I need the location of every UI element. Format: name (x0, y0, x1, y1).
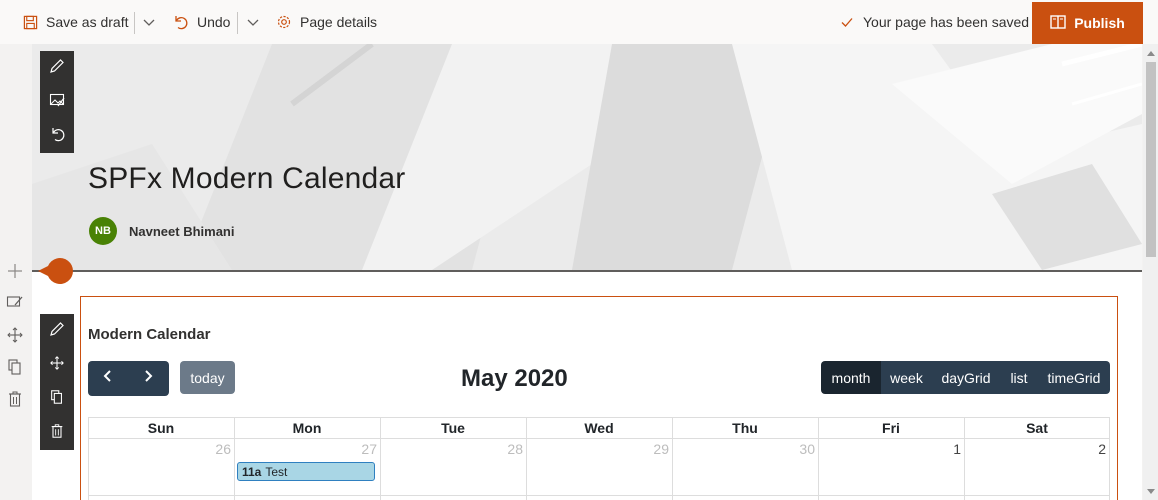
dow-header-tue: Tue (441, 420, 465, 436)
day-number[interactable]: 28 (380, 441, 523, 457)
undo-icon (49, 126, 65, 147)
book-icon (1050, 14, 1066, 32)
author-name: Navneet Bhimani (129, 224, 235, 239)
calendar-webpart[interactable]: Modern Calendar today May 2020 month wee… (80, 296, 1118, 500)
save-options-dropdown[interactable] (142, 0, 156, 44)
view-switcher: month week dayGrid list timeGrid (821, 361, 1110, 394)
scroll-down-icon[interactable] (1146, 487, 1155, 496)
pencil-icon (49, 321, 65, 342)
save-draft-label: Save as draft (46, 14, 129, 30)
page-canvas: SPFx Modern Calendar NB Navneet Bhimani … (32, 44, 1142, 500)
command-bar: Save as draft Undo Page details Your pag… (0, 0, 1158, 44)
divider (134, 12, 135, 34)
view-month-button[interactable]: month (821, 361, 881, 394)
edit-webpart-button[interactable] (40, 314, 74, 348)
avatar: NB (89, 217, 117, 245)
duplicate-section-icon[interactable] (6, 358, 24, 381)
calendar-event[interactable]: 11a Test (237, 462, 375, 481)
scrollbar-thumb[interactable] (1146, 62, 1156, 257)
page-details-button[interactable]: Page details (276, 0, 377, 44)
webpart-title: Modern Calendar (88, 326, 211, 343)
chevron-left-icon (102, 369, 114, 388)
change-image-button[interactable] (40, 85, 74, 119)
title-region: SPFx Modern Calendar NB Navneet Bhimani (32, 44, 1142, 270)
reset-image-button[interactable] (40, 119, 74, 153)
save-icon (23, 15, 38, 30)
add-webpart-marker[interactable] (36, 256, 74, 286)
grid-line (88, 495, 1110, 496)
section-divider (32, 270, 1142, 272)
calendar-nav-group (88, 361, 169, 396)
move-webpart-button[interactable] (40, 348, 74, 382)
move-section-icon[interactable] (6, 326, 24, 349)
view-timegrid-button[interactable]: timeGrid (1038, 361, 1110, 394)
save-draft-button[interactable]: Save as draft (23, 0, 129, 44)
scroll-up-icon[interactable] (1146, 48, 1155, 57)
pencil-icon (49, 58, 65, 79)
day-number[interactable]: 30 (672, 441, 815, 457)
month-grid: Sun Mon Tue Wed Thu Fri Sat 26 27 28 29 … (88, 417, 1110, 500)
today-button[interactable]: today (180, 361, 235, 394)
undo-icon (172, 14, 188, 30)
duplicate-webpart-button[interactable] (40, 382, 74, 416)
publish-button[interactable]: Publish (1032, 2, 1143, 44)
image-edit-icon (49, 92, 65, 113)
undo-options-dropdown[interactable] (246, 0, 260, 44)
divider (237, 12, 238, 34)
save-status-text: Your page has been saved (863, 14, 1030, 30)
move-icon (49, 355, 65, 376)
publish-label: Publish (1074, 15, 1125, 31)
edit-section-icon[interactable] (6, 294, 24, 315)
edit-title-button[interactable] (40, 51, 74, 85)
chevron-down-icon (142, 15, 156, 29)
dow-header-thu: Thu (732, 420, 758, 436)
view-week-button[interactable]: week (881, 361, 932, 394)
day-number[interactable]: 27 (234, 441, 377, 457)
checkmark-icon (840, 15, 854, 29)
day-number[interactable]: 26 (88, 441, 231, 457)
title-toolbar (40, 51, 74, 153)
chevron-right-icon (142, 369, 154, 388)
webpart-toolbar (40, 314, 74, 450)
view-daygrid-button[interactable]: dayGrid (932, 361, 1000, 394)
event-title: Test (265, 464, 288, 479)
dow-header-mon: Mon (292, 420, 322, 436)
dow-header-sat: Sat (1026, 420, 1048, 436)
grid-line (88, 438, 1110, 439)
dow-header-sun: Sun (147, 420, 175, 436)
next-month-button[interactable] (128, 361, 168, 396)
delete-webpart-button[interactable] (40, 416, 74, 450)
view-list-button[interactable]: list (1000, 361, 1038, 394)
save-status: Your page has been saved (840, 0, 1029, 44)
duplicate-icon (49, 389, 65, 410)
gear-icon (276, 14, 292, 30)
calendar-title: May 2020 (461, 365, 568, 392)
dow-header-fri: Fri (882, 420, 900, 436)
vertical-scrollbar[interactable] (1143, 44, 1158, 500)
page-title[interactable]: SPFx Modern Calendar (88, 162, 405, 196)
prev-month-button[interactable] (88, 361, 128, 396)
day-number[interactable]: 29 (526, 441, 669, 457)
delete-section-icon[interactable] (6, 390, 24, 413)
add-section-icon[interactable] (6, 262, 24, 285)
day-number[interactable]: 1 (818, 441, 961, 457)
dow-header-wed: Wed (584, 420, 614, 436)
event-time: 11a (242, 464, 262, 479)
day-number[interactable]: 2 (964, 441, 1106, 457)
trash-icon (49, 423, 65, 444)
undo-button[interactable]: Undo (172, 0, 230, 44)
chevron-down-icon (246, 15, 260, 29)
page-details-label: Page details (300, 14, 378, 30)
undo-label: Undo (197, 14, 231, 30)
